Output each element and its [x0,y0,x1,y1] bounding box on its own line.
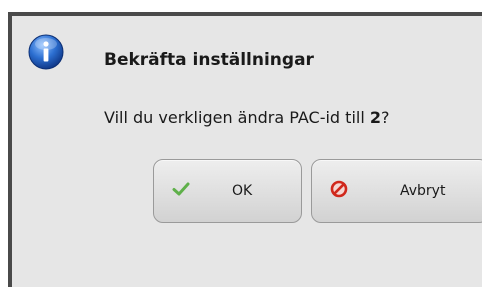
message-text: Vill du verkligen ändra PAC-id till [104,108,370,127]
info-icon [28,34,64,70]
checkmark-icon [172,182,190,196]
prohibit-icon [330,180,348,198]
confirm-dialog: Bekräfta inställningar Vill du verkligen… [8,12,482,287]
ok-button-label: OK [232,183,253,199]
dialog-title: Bekräfta inställningar [104,50,314,70]
dialog-message: Vill du verkligen ändra PAC-id till 2? [104,108,390,127]
ok-button[interactable]: OK [153,159,302,223]
message-value: 2 [369,108,381,127]
cancel-button[interactable]: Avbryt [311,159,482,223]
cancel-button-label: Avbryt [400,183,446,199]
message-suffix: ? [381,108,390,127]
